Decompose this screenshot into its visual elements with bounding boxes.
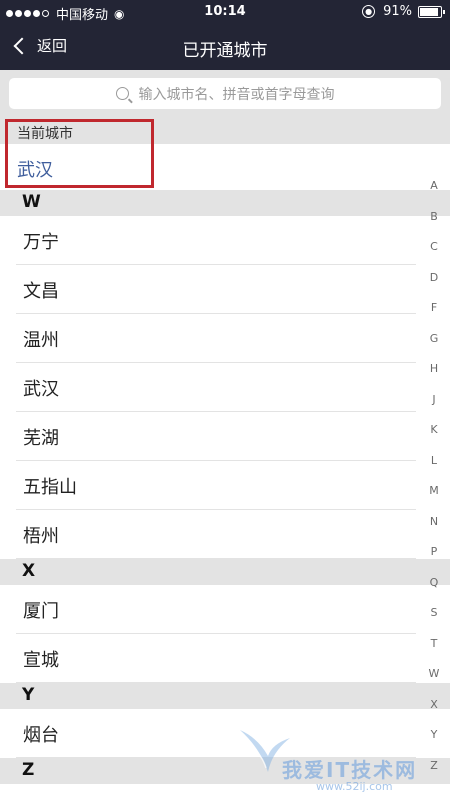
index-letter-x[interactable]: X (426, 698, 442, 729)
status-right: ● 91% (362, 4, 445, 19)
city-list: W 万宁文昌温州武汉芜湖五指山梧州 X 厦门宣城 Y 烟台 Z 漳州 (0, 190, 450, 800)
city-list-item[interactable]: 宣城 (16, 634, 416, 683)
current-city-header-label: 当前城市 (17, 126, 73, 142)
index-letter-g[interactable]: G (426, 332, 442, 363)
index-letter-t[interactable]: T (426, 637, 442, 668)
city-name: 厦门 (23, 601, 59, 622)
city-name: 武汉 (23, 379, 59, 400)
current-city-name: 武汉 (17, 160, 53, 181)
city-list-item[interactable]: 厦门 (16, 585, 416, 634)
section-letter: Y (22, 685, 35, 705)
city-list-item[interactable]: 烟台 (16, 709, 416, 758)
current-city-item[interactable]: 武汉 (0, 144, 450, 190)
city-list-item[interactable]: 温州 (16, 314, 416, 363)
search-input[interactable]: 输入城市名、拼音或首字母查询 (9, 78, 441, 109)
search-area: 输入城市名、拼音或首字母查询 (0, 70, 450, 120)
section-letter: X (22, 561, 36, 581)
section-header-w: W (0, 190, 450, 216)
city-list-item[interactable]: 万宁 (16, 216, 416, 265)
index-letter-c[interactable]: C (426, 240, 442, 271)
city-list-item[interactable]: 漳州 (16, 784, 416, 800)
city-list-item[interactable]: 梧州 (16, 510, 416, 559)
section-header-y: Y (0, 683, 450, 709)
battery-tip (443, 9, 445, 14)
battery-icon (418, 5, 445, 18)
current-city-header: 当前城市 (0, 120, 450, 144)
city-list-item[interactable]: 武汉 (16, 363, 416, 412)
battery-percent: 91% (383, 4, 412, 19)
index-letter-m[interactable]: M (426, 484, 442, 515)
city-name: 五指山 (23, 477, 77, 498)
index-letter-b[interactable]: B (426, 210, 442, 241)
city-name: 芜湖 (23, 428, 59, 449)
alphabet-index-bar[interactable]: ABCDFGHJKLMNPQSTWXYZ (426, 179, 442, 789)
city-list-item[interactable]: 文昌 (16, 265, 416, 314)
battery-fill (420, 7, 439, 16)
index-letter-j[interactable]: J (426, 393, 442, 424)
search-placeholder: 输入城市名、拼音或首字母查询 (138, 86, 335, 103)
index-letter-k[interactable]: K (426, 423, 442, 454)
nav-bar: 返回 已开通城市 (0, 24, 450, 70)
page-title: 已开通城市 (182, 41, 268, 61)
index-letter-y[interactable]: Y (426, 728, 442, 759)
index-letter-s[interactable]: S (426, 606, 442, 637)
index-letter-h[interactable]: H (426, 362, 442, 393)
index-letter-n[interactable]: N (426, 515, 442, 546)
city-name: 烟台 (23, 725, 59, 746)
search-icon (115, 87, 129, 100)
city-list-item[interactable]: 五指山 (16, 461, 416, 510)
status-bar: 中国移动 ◉ 10:14 ● 91% (0, 0, 450, 24)
index-letter-q[interactable]: Q (426, 576, 442, 607)
city-name: 宣城 (23, 650, 59, 671)
city-list-item[interactable]: 芜湖 (16, 412, 416, 461)
section-header-z: Z (0, 758, 450, 784)
index-letter-l[interactable]: L (426, 454, 442, 485)
rotation-lock-icon: ● (362, 5, 376, 18)
city-name: 温州 (23, 330, 59, 351)
index-letter-d[interactable]: D (426, 271, 442, 302)
index-letter-f[interactable]: F (426, 301, 442, 332)
index-letter-w[interactable]: W (426, 667, 442, 698)
city-name: 文昌 (23, 281, 59, 302)
screen: 中国移动 ◉ 10:14 ● 91% 返回 已开通城市 输入城市名、拼音或首字母… (0, 0, 450, 800)
city-name: 漳州 (23, 796, 59, 800)
section-letter: W (22, 192, 41, 212)
index-letter-a[interactable]: A (426, 179, 442, 210)
section-header-x: X (0, 559, 450, 585)
city-name: 万宁 (23, 232, 59, 253)
index-letter-z[interactable]: Z (426, 759, 442, 790)
section-letter: Z (22, 760, 35, 780)
index-letter-p[interactable]: P (426, 545, 442, 576)
city-name: 梧州 (23, 526, 59, 547)
